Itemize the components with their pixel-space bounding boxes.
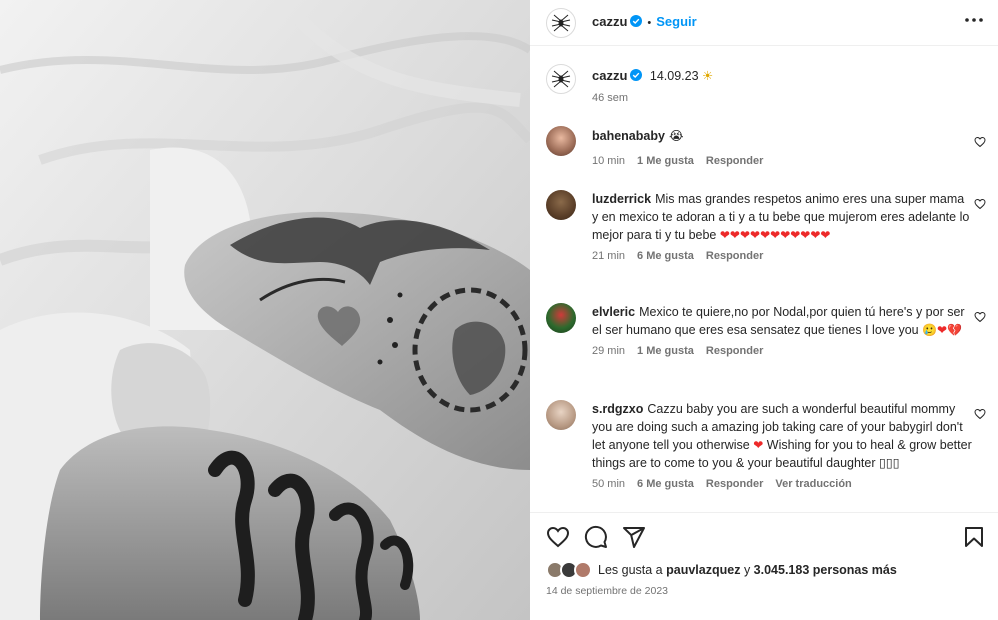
post-header: cazzu • Seguir — [530, 0, 998, 46]
comment-likes[interactable]: 1 Me gusta — [637, 155, 694, 167]
caption-time: 46 sem — [592, 92, 629, 104]
commenter-avatar[interactable] — [546, 303, 576, 333]
follow-button[interactable]: Seguir — [656, 14, 696, 29]
comment-meta: 50 min 6 Me gusta Responder Ver traducción — [592, 478, 986, 490]
more-horizontal-icon[interactable] — [962, 10, 986, 30]
caption-line: cazzu 14.09.23 ☀ — [592, 68, 713, 83]
comment-heart-icon[interactable] — [974, 408, 986, 420]
comment-likes[interactable]: 6 Me gusta — [637, 478, 694, 490]
caption-avatar[interactable] — [546, 64, 576, 94]
commenter-avatar[interactable] — [546, 190, 576, 220]
comment-item: elvleric Mexico te quiere,no por Nodal,po… — [546, 303, 986, 357]
comment-time[interactable]: 21 min — [592, 250, 625, 262]
liker-avatars[interactable] — [546, 561, 594, 579]
comment-likes[interactable]: 1 Me gusta — [637, 345, 694, 357]
comment-username[interactable]: s.rdgzxo — [592, 402, 643, 416]
verified-badge-icon — [630, 15, 643, 27]
header-author-line: cazzu • Seguir — [592, 14, 697, 29]
reply-button[interactable]: Responder — [706, 155, 763, 167]
comment-heart-icon[interactable] — [974, 136, 986, 148]
header-separator: • — [647, 17, 652, 29]
comment-likes[interactable]: 6 Me gusta — [637, 250, 694, 262]
comment-time[interactable]: 10 min — [592, 155, 625, 167]
post-date: 14 de septiembre de 2023 — [546, 585, 669, 597]
reply-button[interactable]: Responder — [706, 478, 763, 490]
spider-icon — [551, 70, 571, 88]
liker-avatar — [574, 561, 592, 579]
verified-badge-icon — [630, 69, 643, 81]
comment-body: luzderrick Mis mas grandes respetos animo… — [592, 190, 972, 244]
comment-emoji: 😭 — [668, 129, 684, 143]
comment-heart-icon[interactable] — [974, 311, 986, 323]
comment-emoji: ❤❤❤❤❤❤❤❤❤❤❤ — [719, 228, 831, 242]
comment-meta: 10 min 1 Me gusta Responder — [592, 155, 986, 167]
caption-author[interactable]: cazzu — [592, 68, 627, 83]
comment-body: bahenababy 😭 — [592, 126, 972, 145]
reply-button[interactable]: Responder — [706, 345, 763, 357]
comment-item: luzderrick Mis mas grandes respetos animo… — [546, 190, 986, 262]
comment-time[interactable]: 29 min — [592, 345, 625, 357]
likes-conj: y — [743, 563, 751, 577]
post-photo[interactable] — [0, 0, 530, 620]
comment-bubble-icon[interactable] — [584, 525, 608, 549]
post-panel: cazzu • Seguir cazzu 14.09.23 ☀ 46 sem bah… — [530, 0, 998, 620]
comment-item: s.rdgzxo Cazzu baby you are such a wonder… — [546, 400, 986, 490]
comment-text: Mexico te quiere,no por Nodal,por quien … — [592, 305, 965, 337]
comment-heart-icon[interactable] — [974, 198, 986, 210]
comment-username[interactable]: elvleric — [592, 305, 635, 319]
spider-icon — [551, 14, 571, 32]
comment-username[interactable]: bahenababy — [592, 129, 665, 143]
photo-illustration — [0, 0, 530, 620]
likes-count[interactable]: 3.045.183 personas más — [754, 563, 897, 577]
comment-meta: 29 min 1 Me gusta Responder — [592, 345, 986, 357]
comment-emoji: 🥲❤💔 — [922, 323, 963, 337]
action-bar — [530, 512, 998, 558]
bookmark-icon[interactable] — [962, 525, 986, 549]
author-avatar[interactable] — [546, 8, 576, 38]
see-translation-link[interactable]: Ver traducción — [775, 478, 851, 490]
author-username[interactable]: cazzu — [592, 14, 627, 29]
commenter-avatar[interactable] — [546, 126, 576, 156]
comment-body: s.rdgzxo Cazzu baby you are such a wonder… — [592, 400, 972, 472]
comment-item: bahenababy 😭 10 min 1 Me gusta Responder — [546, 126, 986, 167]
likes-prefix: Les gusta a — [598, 563, 663, 577]
likes-line: Les gusta a pauvlazquez y 3.045.183 pers… — [546, 561, 897, 579]
comment-time[interactable]: 50 min — [592, 478, 625, 490]
comment-meta: 21 min 6 Me gusta Responder — [592, 250, 986, 262]
paper-plane-icon[interactable] — [622, 525, 646, 549]
comment-username[interactable]: luzderrick — [592, 192, 651, 206]
caption-text: 14.09.23 — [649, 69, 699, 83]
commenter-avatar[interactable] — [546, 400, 576, 430]
reply-button[interactable]: Responder — [706, 250, 763, 262]
heart-icon[interactable] — [546, 525, 570, 549]
comment-body: elvleric Mexico te quiere,no por Nodal,po… — [592, 303, 972, 339]
sun-emoji: ☀ — [702, 69, 714, 83]
comment-emoji: ❤ — [753, 438, 764, 452]
likes-user[interactable]: pauvlazquez — [666, 563, 740, 577]
